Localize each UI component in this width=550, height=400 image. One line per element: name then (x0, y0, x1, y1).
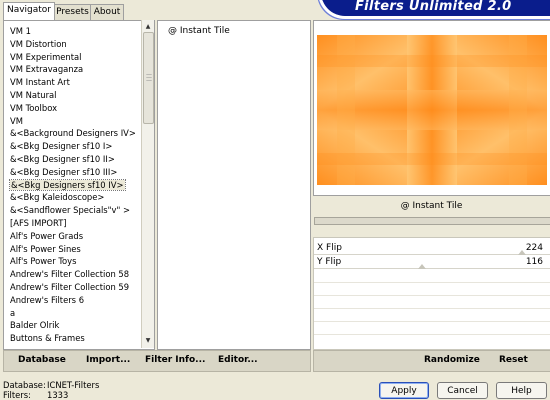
filter-list-item[interactable]: &<Bkg Designer sf10 II> (10, 153, 136, 166)
filter-list-item-label: &<Bkg Designer sf10 I> (10, 141, 113, 152)
filter-list-item-label: &<Bkg Designer sf10 III> (10, 166, 118, 177)
database-status-label: Database: (3, 380, 46, 390)
filters-status-value: 1333 (47, 390, 69, 400)
cancel-button[interactable]: Cancel (437, 382, 488, 399)
filter-list-item-label: VM Experimental (10, 51, 82, 62)
y-flip-slider[interactable]: Y Flip 116 (314, 256, 550, 269)
filter-list-item[interactable]: VM (10, 115, 136, 128)
filter-list-item-label: VM (10, 115, 23, 126)
status-area: Database:ICNET-Filters Filters: 1333 (3, 380, 99, 400)
empty-control-row (314, 334, 550, 335)
filters-status-label: Filters: (3, 390, 31, 400)
filter-list-item-label: VM Distortion (10, 38, 67, 49)
filter-list-item-label: Andrew's Filters 6 (10, 294, 85, 305)
apply-button[interactable]: Apply (379, 382, 429, 399)
preview-image (317, 35, 547, 185)
subfilter-list[interactable]: @ Instant Tile (157, 20, 311, 350)
filter-list-item[interactable]: VM Toolbox (10, 102, 136, 115)
reset-button[interactable]: Reset (499, 355, 528, 365)
filter-list-item-label: a (10, 307, 16, 318)
filter-list-item-label: Alf's Power Grads (10, 230, 84, 241)
randomize-button[interactable]: Randomize (424, 355, 480, 365)
filter-list-item[interactable]: VM Natural (10, 89, 136, 102)
tab-navigator[interactable]: Navigator (3, 2, 55, 20)
filter-list-item-label: &<Background Designers IV> (10, 128, 136, 139)
filter-list-item-label: VM Extravaganza (10, 64, 84, 75)
filter-list-item[interactable]: Andrew's Filters 6 (10, 294, 136, 307)
filter-list-item-label: Andrew's Filter Collection 58 (10, 269, 130, 280)
filter-list-item-label: Alf's Power Toys (10, 256, 77, 267)
filter-list-item[interactable]: VM 1 (10, 25, 136, 38)
filter-list-item-label: VM Natural (10, 89, 57, 100)
divider-bar (314, 217, 550, 225)
tab-about[interactable]: About (90, 4, 124, 20)
filter-info-button[interactable]: Filter Info... (145, 355, 205, 365)
filter-list-item-label: VM Toolbox (10, 102, 58, 113)
empty-control-row (314, 295, 550, 296)
filter-list-item-label: &<Bkg Designers sf10 IV> (9, 178, 126, 191)
empty-control-row (314, 282, 550, 283)
filter-list-item[interactable]: Alf's Power Toys (10, 255, 136, 268)
filter-list-item[interactable]: Alf's Power Grads (10, 230, 136, 243)
filter-list-item-label: Balder Olrik (10, 320, 60, 331)
filter-list-item[interactable]: VM Extravaganza (10, 63, 136, 76)
x-flip-thumb[interactable] (518, 250, 527, 255)
filter-list-item[interactable]: VM Instant Art (10, 76, 136, 89)
empty-control-row (314, 321, 550, 322)
filter-list-item-label: &<Bkg Designer sf10 II> (10, 153, 115, 164)
filter-list-item[interactable]: &<Bkg Designers sf10 IV> (9, 178, 136, 192)
filter-list-items: VM 1 VM Distortion VM Experimental VM Extra… (9, 25, 136, 345)
editor-button[interactable]: Editor... (218, 355, 258, 365)
list-scrollbar[interactable]: ▲ — — — ▼ (141, 20, 154, 348)
filter-list-item-label: [AFS IMPORT] (10, 217, 67, 228)
filter-title: @ Instant Tile (400, 201, 463, 211)
filter-list-item[interactable]: a (10, 307, 136, 320)
filter-list-item-label: VM 1 (10, 26, 31, 36)
filter-list-item-label: VM Instant Art (10, 77, 70, 88)
filter-list-item[interactable]: VM Experimental (10, 51, 136, 64)
y-flip-track (314, 268, 550, 269)
tab-presets[interactable]: Presets (54, 4, 91, 20)
filter-list-item-label: Buttons & Frames (10, 333, 85, 344)
banner-title: Filters Unlimited 2.0 (355, 0, 512, 14)
filter-list-item[interactable]: Andrew's Filter Collection 58 (10, 268, 136, 281)
scroll-down-arrow-icon[interactable]: ▼ (142, 336, 154, 346)
filter-list-item[interactable]: Alf's Power Sines (10, 243, 136, 256)
help-button[interactable]: Help (496, 382, 547, 399)
database-status-value: ICNET-Filters (47, 380, 100, 390)
filter-list-item-label: &<Bkg Kaleidoscope> (10, 192, 105, 203)
left-button-strip: Database Import... Filter Info... Editor… (3, 350, 311, 372)
database-button[interactable]: Database (18, 355, 66, 365)
right-button-strip: Randomize Reset (313, 350, 550, 372)
y-flip-thumb[interactable] (417, 264, 426, 269)
filter-list-item-label: &<Sandflower Specials"v" > (10, 205, 131, 216)
filter-list-item-label: Andrew's Filter Collection 59 (10, 281, 130, 292)
filter-list-item[interactable]: &<Bkg Designer sf10 I> (10, 140, 136, 153)
filter-category-list[interactable]: VM 1 VM Distortion VM Experimental VM Extra… (3, 20, 155, 350)
scrollbar-thumb[interactable]: — — — (143, 32, 154, 124)
filter-list-item[interactable]: Balder Olrik (10, 319, 136, 332)
filter-list-item[interactable]: Buttons & Frames (10, 332, 136, 345)
empty-control-row (314, 308, 550, 309)
scroll-up-arrow-icon[interactable]: ▲ (142, 22, 154, 32)
filter-list-item[interactable]: &<Sandflower Specials"v" > (10, 204, 136, 217)
filter-list-item[interactable]: Andrew's Filter Collection 59 (10, 281, 136, 294)
controls-panel: X Flip 224 Y Flip 116 (313, 237, 550, 350)
filter-list-item-label: Alf's Power Sines (10, 243, 81, 254)
grip-icon: — — — (146, 71, 152, 84)
filter-list-item[interactable]: [AFS IMPORT] (10, 217, 136, 230)
import-button[interactable]: Import... (86, 355, 130, 365)
filter-list-item[interactable]: &<Bkg Kaleidoscope> (10, 191, 136, 204)
filter-list-item[interactable]: &<Bkg Designer sf10 III> (10, 166, 136, 179)
subfilter-item-instant-tile[interactable]: @ Instant Tile (168, 26, 230, 36)
x-flip-slider[interactable]: X Flip 224 (314, 242, 550, 255)
filter-list-item[interactable]: &<Background Designers IV> (10, 127, 136, 140)
x-flip-track (314, 254, 550, 255)
filter-list-item[interactable]: VM Distortion (10, 38, 136, 51)
